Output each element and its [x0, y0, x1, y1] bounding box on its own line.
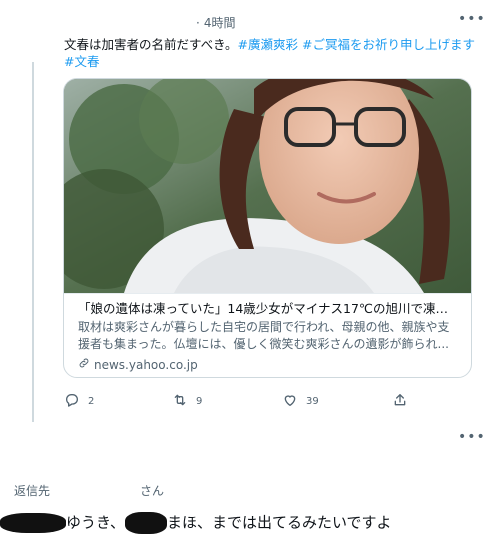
reply-to-san: さん	[140, 484, 165, 498]
tweet-actions: 2 9 39	[64, 392, 424, 412]
tweet-body-text: 文春は加害者の名前だすべき。	[64, 37, 238, 52]
reply-to-label: 返信先	[14, 484, 51, 498]
card-body: 「娘の遺体は凍っていた」14歳少女がマイナス17℃の旭川で凍死 背... 取材は…	[64, 293, 471, 377]
share-button[interactable]	[392, 392, 408, 411]
like-count: 39	[306, 396, 319, 407]
hashtag-link[interactable]: #文春	[64, 54, 99, 69]
comment-icon	[64, 392, 80, 411]
meta-dot: ·	[196, 16, 200, 30]
link-preview-card[interactable]: 「娘の遺体は凍っていた」14歳少女がマイナス17℃の旭川で凍死 背... 取材は…	[63, 78, 472, 378]
retweet-count: 9	[196, 396, 203, 407]
tweet-text: 文春は加害者の名前だすべき。#廣瀬爽彩 #ご冥福をお祈り申し上げます #文春	[64, 36, 484, 70]
card-title: 「娘の遺体は凍っていた」14歳少女がマイナス17℃の旭川で凍死 背...	[78, 301, 459, 316]
card-photo	[64, 79, 471, 293]
more-options-icon[interactable]: •••	[458, 430, 486, 444]
card-thumbnail-image	[64, 79, 471, 293]
tweet-timestamp[interactable]: 4時間	[204, 16, 236, 30]
reply-count: 2	[88, 396, 95, 407]
reply-text: ゆうき、 まほ、までは出てるみたいですよ	[0, 512, 501, 534]
link-icon	[78, 357, 90, 372]
hashtag-link[interactable]: #廣瀬爽彩	[238, 37, 298, 52]
reply-button[interactable]: 2	[64, 392, 94, 411]
card-domain: news.yahoo.co.jp	[78, 357, 459, 372]
reply-text-part1: ゆうき、	[66, 513, 125, 532]
redacted-name	[124, 512, 167, 534]
card-domain-text: news.yahoo.co.jp	[94, 357, 198, 372]
retweet-button[interactable]: 9	[172, 392, 202, 411]
reply-text-part2: まほ、までは出てるみたいですよ	[166, 513, 392, 532]
redacted-name	[0, 513, 66, 533]
heart-icon	[282, 392, 298, 411]
retweet-icon	[172, 392, 188, 411]
hashtag-link[interactable]: #ご冥福をお祈り申し上げます	[302, 37, 475, 52]
card-description: 取材は爽彩さんが暮らした自宅の居間で行われ、母親の他、親族や支援者も集まった。仏…	[78, 320, 450, 351]
share-icon	[392, 392, 408, 411]
thread-line	[32, 62, 34, 422]
more-options-icon[interactable]: •••	[458, 12, 486, 26]
like-button[interactable]: 39	[282, 392, 319, 411]
tweet-meta: · 4時間	[196, 14, 235, 31]
